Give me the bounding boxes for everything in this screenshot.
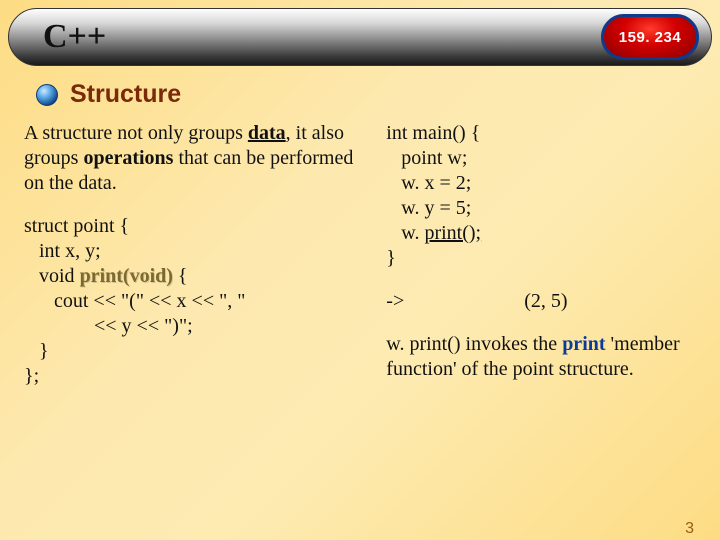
code-line: int x, y; [24,240,101,262]
intro-paragraph: A structure not only groups data, it als… [24,121,366,196]
print-decl: print(void) [80,265,173,287]
page-number: 3 [685,520,694,538]
code-line: w. y = 5; [386,197,471,219]
code-line: struct point { [24,215,129,237]
right-column: int main() { point w; w. x = 2; w. y = 5… [386,121,696,389]
code-line: void [24,265,80,287]
code-line: } [24,340,49,362]
subtitle: Structure [70,80,181,109]
title: C++ [43,18,106,56]
subtitle-row: Structure [36,80,720,109]
output-row: -> (2, 5) [386,289,696,314]
code-line: w. x = 2; [386,172,471,194]
code-line: cout << "(" << x << ", " [24,290,245,312]
explain-pre: w. print() invokes the [386,333,562,355]
intro-ops: operations [83,147,173,169]
bullet-icon [36,84,58,106]
code-line: << y << ")"; [24,315,193,337]
explain-kw: print [562,333,605,355]
intro-data: data [248,122,286,144]
code-line: int main() { [386,122,480,144]
code-line: }; [24,365,39,387]
code-line: } [386,247,396,269]
title-bar: C++ 159. 234 [8,8,712,66]
output-value: (2, 5) [524,290,567,312]
left-column: A structure not only groups data, it als… [24,121,366,389]
content: A structure not only groups data, it als… [24,121,696,389]
code-line: point w; [386,147,467,169]
course-code: 159. 234 [619,29,681,46]
print-call: print(); [424,222,481,244]
course-badge: 159. 234 [601,14,699,60]
code-line: { [173,265,188,287]
intro-pre: A structure not only groups [24,122,248,144]
code-line: w. [386,222,424,244]
struct-code: struct point { int x, y; void print(void… [24,214,366,389]
arrow: -> [386,290,404,312]
main-code: int main() { point w; w. x = 2; w. y = 5… [386,121,696,271]
explanation: w. print() invokes the print 'member fun… [386,332,696,382]
